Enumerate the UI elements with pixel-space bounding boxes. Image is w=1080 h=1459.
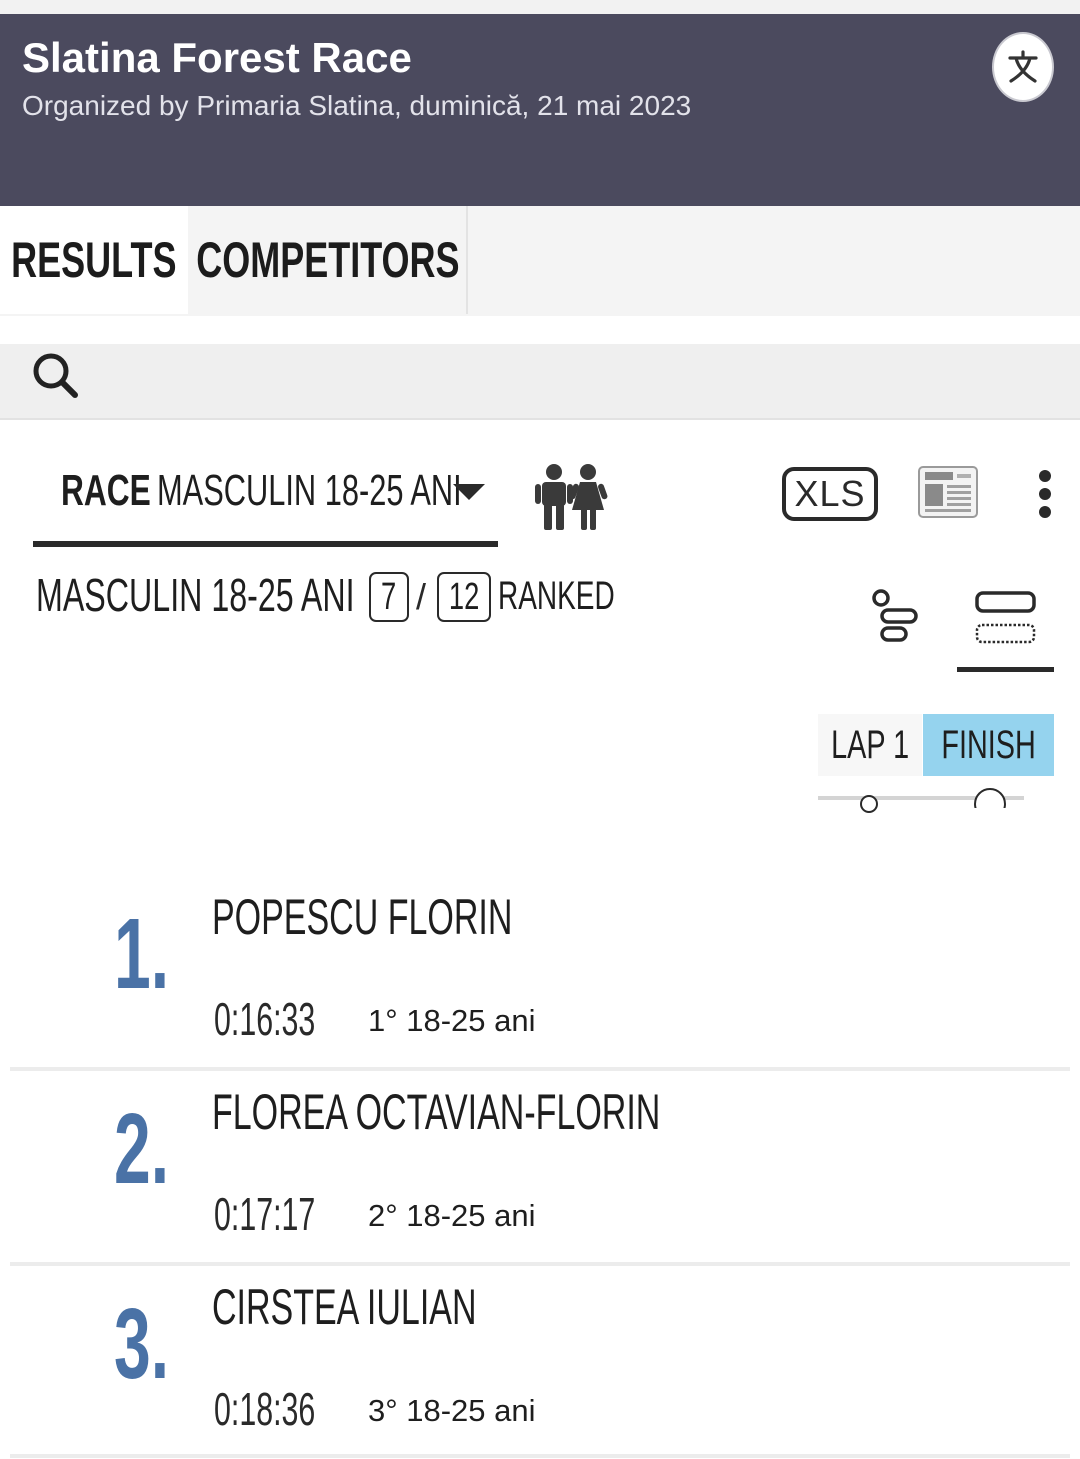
result-time: 0:16:33 — [214, 993, 316, 1045]
people-icon[interactable] — [532, 460, 612, 532]
event-subtitle: Organized by Primaria Slatina, duminică,… — [22, 90, 692, 121]
result-rank: 1. — [114, 898, 170, 1010]
split-lap1[interactable]: LAP 1 — [818, 714, 922, 776]
split-finish-label: FINISH — [941, 722, 1036, 767]
result-category-rank: 2° 18-25 ani — [368, 1198, 536, 1233]
more-dot — [1039, 506, 1051, 518]
split-slider-knob-lap1[interactable] — [860, 795, 878, 813]
row-divider — [10, 1454, 1070, 1458]
race-value: MASCULIN 18-25 ANI — [157, 466, 462, 515]
result-rank: 3. — [114, 1288, 170, 1400]
main-tabs: RESULTS COMPETITORS — [0, 206, 1080, 316]
tab-results-label: RESULTS — [11, 232, 177, 288]
translate-icon — [1008, 50, 1038, 83]
split-finish[interactable]: FINISH — [923, 714, 1054, 776]
chevron-down-icon — [453, 484, 485, 500]
total-count: 12 — [448, 575, 480, 618]
event-title: Slatina Forest Race — [22, 34, 412, 81]
top-strip — [0, 0, 1080, 14]
search-bar[interactable] — [0, 344, 1080, 420]
more-dot — [1039, 488, 1051, 500]
tab-competitors[interactable]: COMPETITORS — [190, 206, 468, 314]
card-view-toggle[interactable] — [957, 586, 1054, 672]
ranked-count-badge: 7 — [369, 572, 409, 622]
result-row[interactable]: 2. FLOREA OCTAVIAN-FLORIN 0:17:17 2° 18-… — [10, 1069, 1070, 1264]
result-time: 0:17:17 — [214, 1188, 316, 1240]
result-name[interactable]: POPESCU FLORIN — [212, 890, 512, 945]
total-count-badge: 12 — [437, 572, 491, 622]
tab-competitors-label: COMPETITORS — [196, 232, 460, 288]
split-slider-knob-finish[interactable] — [974, 788, 1006, 808]
result-time: 0:18:36 — [214, 1383, 316, 1435]
event-header: Slatina Forest Race Organized by Primari… — [0, 14, 1080, 206]
result-rank: 2. — [114, 1093, 170, 1205]
result-name[interactable]: FLOREA OCTAVIAN-FLORIN — [212, 1085, 660, 1140]
xls-export-button[interactable]: XLS — [782, 467, 878, 521]
race-label: RACE — [61, 466, 151, 515]
result-row[interactable]: 1. POPESCU FLORIN 0:16:33 1° 18-25 ani — [10, 874, 1070, 1069]
result-name[interactable]: CIRSTEA IULIAN — [212, 1280, 477, 1335]
race-dropdown[interactable]: RACE MASCULIN 18-25 ANI — [33, 452, 498, 547]
split-view-icon[interactable] — [868, 586, 924, 650]
more-vertical-icon[interactable] — [1030, 468, 1060, 520]
tab-results[interactable]: RESULTS — [0, 206, 188, 314]
translate-button[interactable] — [992, 32, 1054, 102]
result-row[interactable]: 3. CIRSTEA IULIAN 0:18:36 3° 18-25 ani — [10, 1264, 1070, 1459]
ranked-count: 7 — [381, 575, 397, 618]
xls-label: XLS — [794, 473, 866, 514]
count-separator: / — [416, 576, 427, 617]
result-category-rank: 1° 18-25 ani — [368, 1003, 536, 1038]
more-dot — [1039, 470, 1051, 482]
result-category-rank: 3° 18-25 ani — [368, 1393, 536, 1428]
newspaper-icon[interactable] — [918, 466, 978, 518]
category-title: MASCULIN 18-25 ANI — [36, 569, 355, 621]
ranked-label: RANKED — [498, 574, 615, 618]
search-icon[interactable] — [30, 350, 82, 402]
split-lap1-label: LAP 1 — [831, 722, 909, 767]
card-view-icon — [975, 591, 1036, 644]
